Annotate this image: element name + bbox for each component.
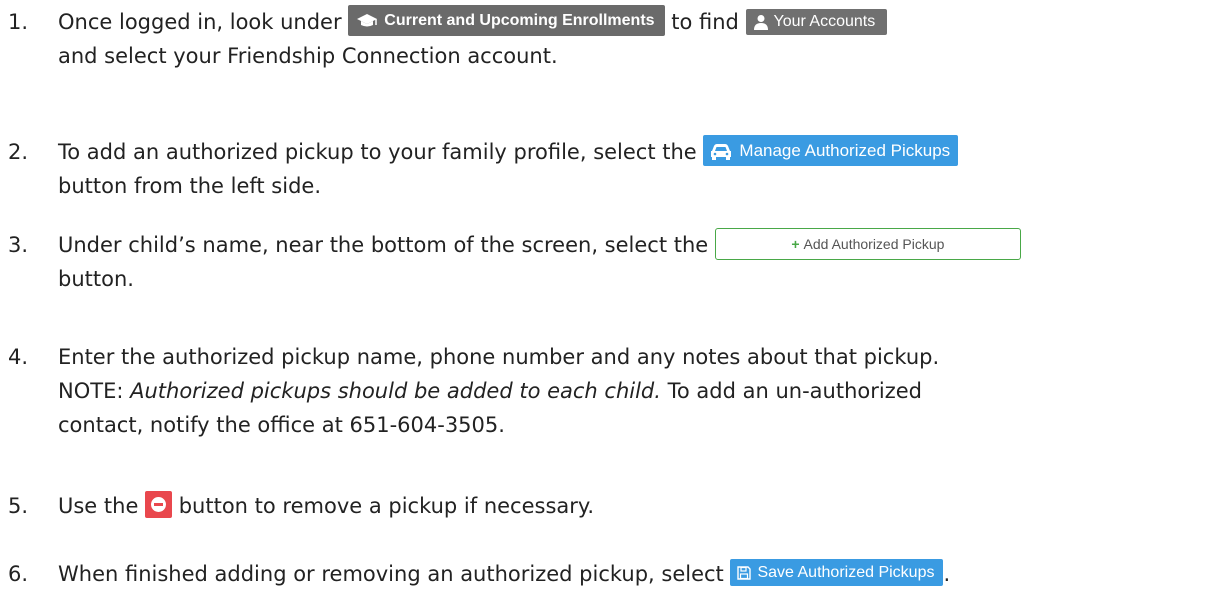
note-label: NOTE: — [58, 379, 131, 403]
plus-icon: + — [791, 236, 800, 252]
step-text: Use the — [58, 494, 146, 518]
current-upcoming-enrollments-button[interactable]: Current and Upcoming Enrollments — [348, 5, 665, 36]
step-text: When finished adding or removing an auth… — [58, 562, 731, 586]
button-label: Current and Upcoming Enrollments — [384, 12, 655, 29]
button-label: Your Accounts — [773, 13, 876, 30]
step-body: Once logged in, look under Current and U… — [58, 5, 1208, 73]
step-line: button. — [58, 267, 134, 291]
minus-circle-icon — [151, 497, 167, 512]
step-line: button from the left side. — [58, 174, 322, 198]
step-line: To add an authorized pickup to your fami… — [58, 135, 1208, 169]
button-label: Add Authorized Pickup — [803, 236, 945, 252]
step-line: NOTE: Authorized pickups should be added… — [58, 374, 1208, 408]
button-label: Save Authorized Pickups — [757, 564, 935, 581]
floppy-disk-icon — [737, 566, 752, 580]
remove-pickup-button[interactable] — [145, 491, 173, 518]
step-body: To add an authorized pickup to your fami… — [58, 135, 1208, 203]
step-5: 5. Use the button to remove a pickup if … — [0, 489, 1213, 523]
step-number: 1. — [8, 10, 29, 34]
step-2: 2. To add an authorized pickup to your f… — [0, 135, 1213, 203]
step-3: 3. Under child’s name, near the bottom o… — [0, 228, 1213, 296]
step-number: 3. — [8, 233, 29, 257]
save-authorized-pickups-button[interactable]: Save Authorized Pickups — [730, 559, 944, 586]
step-4: 4. Enter the authorized pickup name, pho… — [0, 340, 1213, 442]
step-line: Under child’s name, near the bottom of t… — [58, 228, 1208, 262]
step-text: button to remove a pickup if necessary. — [172, 494, 595, 518]
step-6: 6. When finished adding or removing an a… — [0, 557, 1213, 591]
step-text: To add an authorized pickup to your fami… — [58, 140, 704, 164]
step-number: 5. — [8, 494, 29, 518]
user-icon — [753, 14, 768, 30]
add-authorized-pickup-button[interactable]: + Add Authorized Pickup — [714, 228, 1021, 260]
step-text: Under child’s name, near the bottom of t… — [58, 233, 715, 257]
step-body: Use the button to remove a pickup if nec… — [58, 489, 1208, 523]
step-text: to find — [664, 10, 746, 34]
step-line: Use the button to remove a pickup if nec… — [58, 489, 1208, 523]
step-line: contact, notify the office at 651-604-35… — [58, 413, 505, 437]
car-icon — [711, 143, 732, 160]
step-1: 1. Once logged in, look under Current an… — [0, 5, 1213, 73]
step-number: 4. — [8, 345, 29, 369]
step-line: Enter the authorized pickup name, phone … — [58, 345, 940, 369]
step-text: To add an un-authorized — [660, 379, 922, 403]
step-line: Once logged in, look under Current and U… — [58, 5, 1208, 39]
note-emphasis: Authorized pickups should be added to ea… — [130, 379, 661, 403]
step-body: Under child’s name, near the bottom of t… — [58, 228, 1208, 296]
step-line: When finished adding or removing an auth… — [58, 557, 1208, 591]
step-number: 6. — [8, 562, 29, 586]
your-accounts-button[interactable]: Your Accounts — [745, 9, 888, 35]
step-line: and select your Friendship Connection ac… — [58, 44, 558, 68]
step-number: 2. — [8, 140, 29, 164]
step-body: Enter the authorized pickup name, phone … — [58, 340, 1208, 442]
step-text: Once logged in, look under — [58, 10, 349, 34]
manage-authorized-pickups-button[interactable]: Manage Authorized Pickups — [703, 135, 959, 166]
button-label: Manage Authorized Pickups — [739, 141, 951, 160]
step-body: When finished adding or removing an auth… — [58, 557, 1208, 591]
graduation-cap-icon — [357, 13, 378, 27]
step-text: . — [943, 562, 951, 586]
